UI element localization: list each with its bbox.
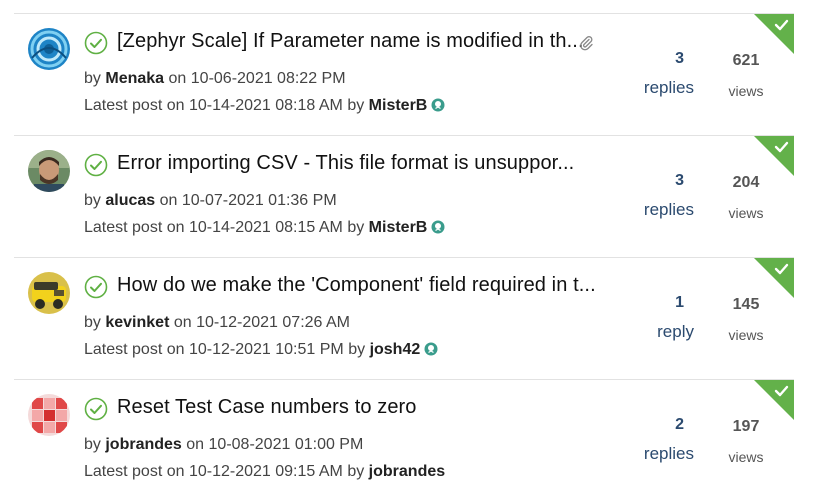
latest-time[interactable]: 10-12-2021 09:15 AM	[189, 463, 343, 480]
replies-stat[interactable]: 1 reply	[614, 294, 704, 342]
latest-by: by	[347, 219, 365, 236]
latest-post-line: Latest post on 10-14-2021 08:18 AM by Mi…	[84, 97, 445, 115]
rank-badge-icon	[431, 220, 445, 234]
thread-subject-link[interactable]: [Zephyr Scale] If Parameter name is modi…	[117, 30, 584, 53]
views-label: views	[728, 449, 764, 465]
red-cube-avatar[interactable]	[28, 394, 70, 436]
replies-label: replies	[643, 78, 694, 97]
views-count: 145	[732, 296, 760, 313]
posted-date: 10-07-2021 01:36 PM	[181, 192, 337, 209]
thread-row: How do we make the 'Component' field req…	[14, 257, 794, 379]
replies-count: 3	[675, 50, 684, 67]
replies-stat[interactable]: 3 replies	[614, 172, 704, 220]
latest-author-link[interactable]: MisterB	[369, 219, 428, 236]
views-stat: 204 views	[714, 174, 778, 221]
thread-row: [Zephyr Scale] If Parameter name is modi…	[14, 13, 794, 135]
thread-subject-link[interactable]: Reset Test Case numbers to zero	[117, 396, 417, 419]
solved-check-icon	[84, 397, 108, 421]
solved-corner-icon	[754, 258, 794, 298]
thread-list: [Zephyr Scale] If Parameter name is modi…	[14, 13, 794, 489]
latest-prefix: Latest post on	[84, 97, 185, 114]
by-prefix: by	[84, 314, 101, 331]
solved-corner-icon	[754, 380, 794, 420]
by-prefix: by	[84, 192, 101, 209]
views-label: views	[728, 205, 764, 221]
thread-row: Error importing CSV - This file format i…	[14, 135, 794, 257]
replies-count: 2	[675, 416, 684, 433]
on-word: on	[186, 436, 205, 453]
latest-prefix: Latest post on	[84, 219, 185, 236]
latest-time[interactable]: 10-14-2021 08:18 AM	[189, 97, 343, 114]
solved-corner-icon	[754, 136, 794, 176]
posted-date: 10-08-2021 01:00 PM	[208, 436, 364, 453]
thread-byline: by alucas on 10-07-2021 01:36 PM	[84, 192, 337, 210]
thread-byline: by jobrandes on 10-08-2021 01:00 PM	[84, 436, 363, 454]
latest-by: by	[347, 463, 365, 480]
replies-label: replies	[643, 444, 694, 463]
latest-by: by	[347, 97, 365, 114]
views-count: 621	[732, 52, 760, 69]
solved-check-icon	[84, 31, 108, 55]
rank-badge-icon	[424, 342, 438, 356]
posted-date: 10-06-2021 08:22 PM	[190, 70, 346, 87]
thread-subject-link[interactable]: How do we make the 'Component' field req…	[117, 274, 596, 297]
by-prefix: by	[84, 70, 101, 87]
solved-check-icon	[84, 275, 108, 299]
views-stat: 621 views	[714, 52, 778, 99]
on-word: on	[173, 314, 192, 331]
latest-author-link[interactable]: MisterB	[369, 97, 428, 114]
latest-post-line: Latest post on 10-14-2021 08:15 AM by Mi…	[84, 219, 445, 237]
replies-label: reply	[657, 322, 694, 341]
latest-time[interactable]: 10-14-2021 08:15 AM	[189, 219, 343, 236]
solved-corner-icon	[754, 14, 794, 54]
views-stat: 145 views	[714, 296, 778, 343]
rank-badge-icon	[431, 98, 445, 112]
replies-stat[interactable]: 2 replies	[614, 416, 704, 464]
views-count: 204	[732, 174, 760, 191]
on-word: on	[159, 192, 178, 209]
views-count: 197	[732, 418, 760, 435]
thread-subject-link[interactable]: Error importing CSV - This file format i…	[117, 152, 574, 175]
author-link[interactable]: jobrandes	[105, 436, 181, 453]
by-prefix: by	[84, 436, 101, 453]
latest-prefix: Latest post on	[84, 463, 185, 480]
yellow-vehicle-avatar[interactable]	[28, 272, 70, 314]
on-word: on	[168, 70, 187, 87]
solved-check-icon	[84, 153, 108, 177]
latest-post-line: Latest post on 10-12-2021 10:51 PM by jo…	[84, 341, 438, 359]
author-link[interactable]: Menaka	[105, 70, 164, 87]
thread-byline: by kevinket on 10-12-2021 07:26 AM	[84, 314, 350, 332]
thread-byline: by Menaka on 10-06-2021 08:22 PM	[84, 70, 346, 88]
replies-count: 3	[675, 172, 684, 189]
latest-by: by	[348, 341, 366, 358]
latest-time[interactable]: 10-12-2021 10:51 PM	[189, 341, 344, 358]
replies-label: replies	[643, 200, 694, 219]
author-link[interactable]: kevinket	[105, 314, 169, 331]
blue-swirl-avatar[interactable]	[28, 28, 70, 70]
replies-count: 1	[675, 294, 684, 311]
latest-author-link[interactable]: jobrandes	[369, 463, 445, 480]
latest-author-link[interactable]: josh42	[370, 341, 421, 358]
views-label: views	[728, 327, 764, 343]
person-photo-avatar[interactable]	[28, 150, 70, 192]
author-link[interactable]: alucas	[105, 192, 155, 209]
thread-row: Reset Test Case numbers to zero by jobra…	[14, 379, 794, 489]
paperclip-icon	[578, 35, 594, 51]
views-label: views	[728, 83, 764, 99]
views-stat: 197 views	[714, 418, 778, 465]
posted-date: 10-12-2021 07:26 AM	[196, 314, 350, 331]
latest-prefix: Latest post on	[84, 341, 185, 358]
latest-post-line: Latest post on 10-12-2021 09:15 AM by jo…	[84, 463, 445, 481]
replies-stat[interactable]: 3 replies	[614, 50, 704, 98]
